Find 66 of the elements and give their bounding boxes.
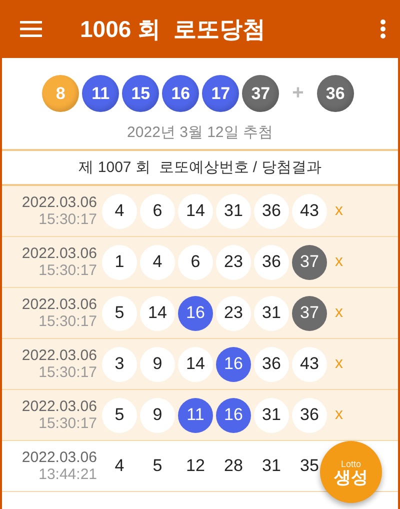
lotto-number: 14 — [140, 296, 175, 330]
lotto-ball: 15 — [122, 75, 160, 112]
row-time: 15:30:17 — [38, 415, 97, 432]
lotto-number: 5 — [152, 455, 164, 477]
prediction-row[interactable]: 2022.03.06 15:30:17 5 9 11 16 31 36 x — [2, 390, 398, 441]
app-title: 1006 회 로또당첨 — [80, 14, 266, 44]
prediction-row[interactable]: 2022.03.06 15:30:17 5 14 16 23 31 37 x — [2, 288, 398, 339]
row-date: 2022.03.06 — [22, 194, 97, 211]
lotto-number: 12 — [185, 455, 206, 477]
lotto-number: 1 — [102, 244, 137, 280]
lotto-number: 3 — [102, 346, 137, 382]
lotto-number: 31 — [216, 194, 251, 228]
prediction-row[interactable]: 2022.03.06 15:30:17 4 6 14 31 36 43 x — [2, 186, 398, 237]
row-date: 2022.03.06 — [22, 347, 97, 364]
row-time: 15:30:17 — [38, 211, 97, 228]
lotto-number: 6 — [178, 244, 213, 280]
lotto-number: 31 — [254, 398, 289, 432]
lotto-ball: 11 — [82, 75, 120, 112]
lotto-ball: 37 — [242, 75, 280, 112]
lotto-ball: 37 — [292, 244, 327, 280]
lotto-number: 36 — [254, 244, 289, 280]
lotto-number: 43 — [292, 194, 327, 228]
lotto-number: 31 — [254, 296, 289, 330]
row-date: 2022.03.06 — [22, 449, 97, 466]
lotto-number: 35 — [299, 455, 320, 477]
lotto-ball: 16 — [216, 398, 251, 432]
lotto-ball: 16 — [178, 296, 213, 330]
lotto-number: 4 — [140, 244, 175, 280]
lotto-ball: 17 — [202, 75, 240, 112]
row-time: 13:44:21 — [38, 466, 97, 483]
row-time: 15:30:17 — [38, 262, 97, 279]
lotto-number: 43 — [292, 346, 327, 382]
lotto-number: 14 — [178, 194, 213, 228]
lotto-ball: 36 — [316, 75, 354, 112]
lotto-number: 5 — [102, 398, 137, 432]
row-time: 15:30:17 — [38, 364, 97, 381]
lotto-number: 5 — [102, 296, 137, 330]
lotto-ball: 16 — [216, 346, 251, 382]
lotto-number: 36 — [292, 398, 327, 432]
prediction-row[interactable]: 2022.03.06 15:30:17 1 4 6 23 36 37 x — [2, 237, 398, 288]
plus-sign: + — [292, 82, 304, 105]
lotto-number: 4 — [102, 194, 137, 228]
row-date: 2022.03.06 — [22, 296, 97, 313]
lotto-ball: 8 — [42, 75, 80, 112]
lotto-number: 6 — [140, 194, 175, 228]
row-time: 15:30:17 — [38, 313, 97, 330]
prediction-row[interactable]: 2022.03.06 15:30:17 3 9 14 16 36 43 x — [2, 339, 398, 390]
lotto-number: 9 — [140, 398, 175, 432]
lotto-number: 31 — [261, 455, 282, 477]
row-date: 2022.03.06 — [22, 398, 97, 415]
more-options-icon[interactable] — [380, 19, 386, 39]
lotto-number: 36 — [254, 346, 289, 382]
list-header: 제 1007 회 로또예상번호 / 당첨결과 — [2, 149, 398, 186]
lotto-ball: 16 — [162, 75, 200, 112]
lotto-ball: 37 — [292, 296, 327, 330]
lotto-number: 23 — [216, 244, 251, 280]
menu-icon[interactable] — [20, 21, 42, 37]
lotto-number: 9 — [140, 346, 175, 382]
lotto-number: 14 — [178, 346, 213, 382]
lotto-number: 36 — [254, 194, 289, 228]
draw-date: 2022년 3월 12일 추첨 — [126, 123, 274, 143]
lotto-ball: 11 — [178, 398, 213, 432]
row-date: 2022.03.06 — [22, 245, 97, 262]
lotto-number: 4 — [114, 455, 126, 477]
lotto-number: 28 — [223, 455, 244, 477]
lotto-number: 23 — [216, 296, 251, 330]
